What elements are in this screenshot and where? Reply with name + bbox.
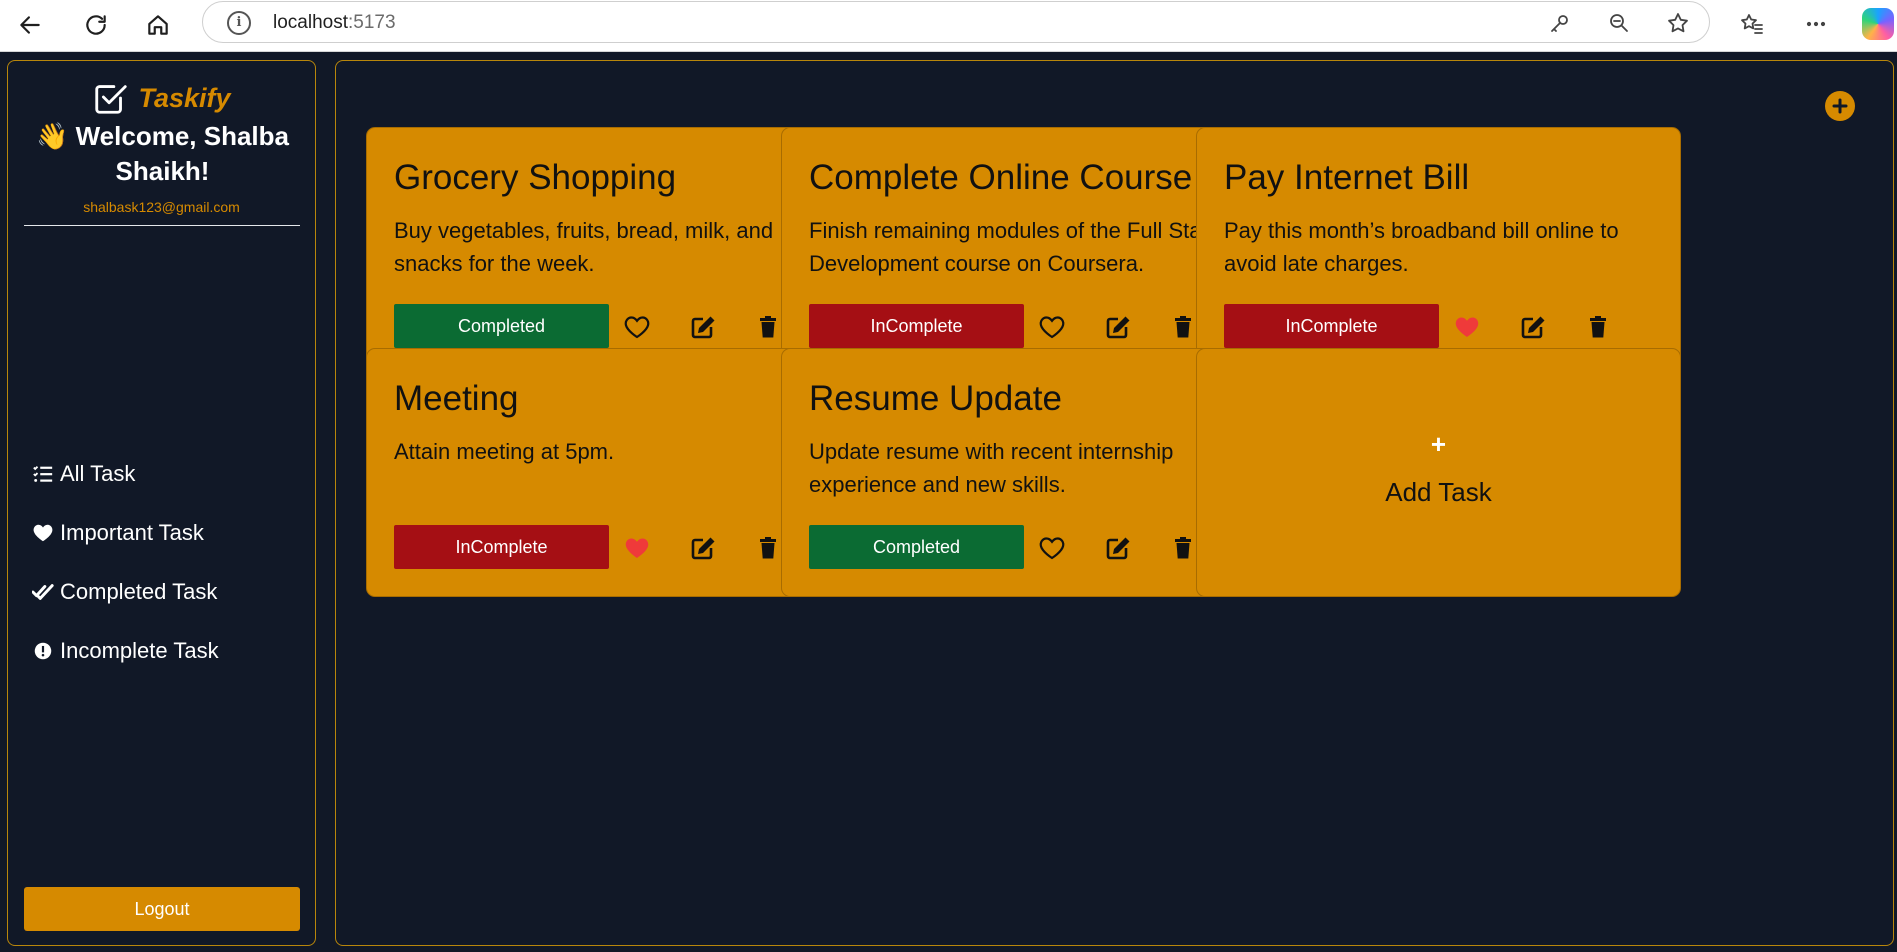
delete-task-button[interactable] [1168,534,1198,562]
more-icon[interactable] [1801,9,1831,39]
task-title: Pay Internet Bill [1224,158,1470,197]
edit-task-button[interactable] [688,534,718,562]
key-icon[interactable] [1547,10,1573,36]
delete-task-button[interactable] [1583,313,1613,341]
info-icon[interactable]: i [227,11,251,35]
star-icon[interactable] [1665,10,1691,36]
task-card: Resume Update Update resume with recent … [781,348,1266,597]
sidebar-item-incomplete-task[interactable]: Incomplete Task [32,621,219,680]
heart-icon [1039,316,1065,339]
important-toggle-button[interactable] [1452,313,1482,341]
sidebar-item-label: Incomplete Task [60,637,219,663]
list-check-icon [33,465,53,482]
back-button[interactable] [10,5,50,45]
trash-icon [760,316,776,338]
add-task-label: Add Task [1385,477,1492,507]
task-status-button[interactable]: InComplete [1224,304,1439,348]
task-title: Grocery Shopping [394,158,677,197]
add-task-icon-button[interactable] [1825,91,1855,121]
task-card: Grocery Shopping Buy vegetables, fruits,… [366,127,851,376]
task-card: Pay Internet Bill Pay this month’s broad… [1196,127,1681,376]
sidebar-item-all-task[interactable]: All Task [32,444,219,503]
heart-icon [624,316,650,339]
edit-icon [691,316,715,339]
double-check-icon [32,583,54,600]
plus-icon [1832,98,1848,114]
favorites-icon[interactable] [1737,9,1767,39]
reload-icon [86,15,106,35]
task-description: Pay this month’s broadband bill online t… [1224,218,1619,276]
browser-toolbar: i localhost:5173 [0,0,1897,52]
task-title: Complete Online Course [809,158,1193,197]
task-description: Buy vegetables, fruits, bread, milk, and… [394,218,774,276]
home-button[interactable] [138,5,178,45]
task-status-button[interactable]: Completed [394,304,609,348]
sidebar-item-important-task[interactable]: Important Task [32,503,219,562]
task-title: Resume Update [809,379,1062,418]
divider [24,225,300,226]
exclamation-circle-icon [34,642,52,659]
edit-task-button[interactable] [688,313,718,341]
copilot-icon[interactable] [1862,8,1894,40]
heart-icon [1039,537,1065,560]
address-bar[interactable]: i localhost:5173 [202,1,1710,43]
edit-icon [1106,316,1130,339]
reload-button[interactable] [76,5,116,45]
home-icon [148,15,168,35]
task-status-button[interactable]: Completed [809,525,1024,569]
sidebar-item-completed-task[interactable]: Completed Task [32,562,219,621]
task-description: Attain meeting at 5pm. [394,439,615,464]
trash-icon [1175,537,1191,559]
sidebar-item-label: All Task [60,460,136,486]
delete-task-button[interactable] [1168,313,1198,341]
plus-icon: + [1430,429,1447,459]
edit-task-button[interactable] [1103,534,1133,562]
important-toggle-button[interactable] [1037,534,1067,562]
edit-icon [1521,316,1545,339]
arrow-left-icon [20,16,40,34]
important-toggle-button[interactable] [622,534,652,562]
sidebar-menu: All Task Important Task Completed Task I… [32,444,219,680]
checkbox-logo-icon [95,85,128,114]
main-content: Grocery Shopping Buy vegetables, fruits,… [335,60,1894,946]
task-description: Finish remaining modules of the Full Sta… [809,218,1224,276]
task-status-button[interactable]: InComplete [394,525,609,569]
task-status-button[interactable]: InComplete [809,304,1024,348]
brand-name: Taskify [138,82,231,113]
logo: Taskify [8,79,315,117]
edit-icon [691,537,715,560]
add-task-card[interactable]: + Add Task [1196,348,1681,597]
trash-icon [760,537,776,559]
important-toggle-button[interactable] [1037,313,1067,341]
logout-button[interactable]: Logout [24,887,300,931]
heart-icon [33,524,53,541]
user-email: shalbask123@gmail.com [83,199,240,215]
important-toggle-button[interactable] [622,313,652,341]
trash-icon [1175,316,1191,338]
edit-icon [1106,537,1130,560]
heart-icon [625,538,649,558]
url-text[interactable]: localhost:5173 [273,12,396,34]
sidebar-item-label: Completed Task [60,578,218,604]
trash-icon [1590,316,1606,338]
task-title: Meeting [394,379,519,418]
task-card: Complete Online Course Finish remaining … [781,127,1266,376]
sidebar-item-label: Important Task [60,519,204,545]
delete-task-button[interactable] [753,534,783,562]
sidebar: Taskify 👋 Welcome, Shalba Shaikh! shalba… [7,60,316,946]
welcome-message: 👋 Welcome, Shalba Shaikh! [36,121,289,186]
task-description: Update resume with recent internship exp… [809,439,1174,497]
task-card: Meeting Attain meeting at 5pm. InComplet… [366,348,851,597]
delete-task-button[interactable] [753,313,783,341]
edit-task-button[interactable] [1103,313,1133,341]
edit-task-button[interactable] [1518,313,1548,341]
heart-icon [1455,317,1479,337]
zoom-out-icon[interactable] [1606,10,1632,36]
